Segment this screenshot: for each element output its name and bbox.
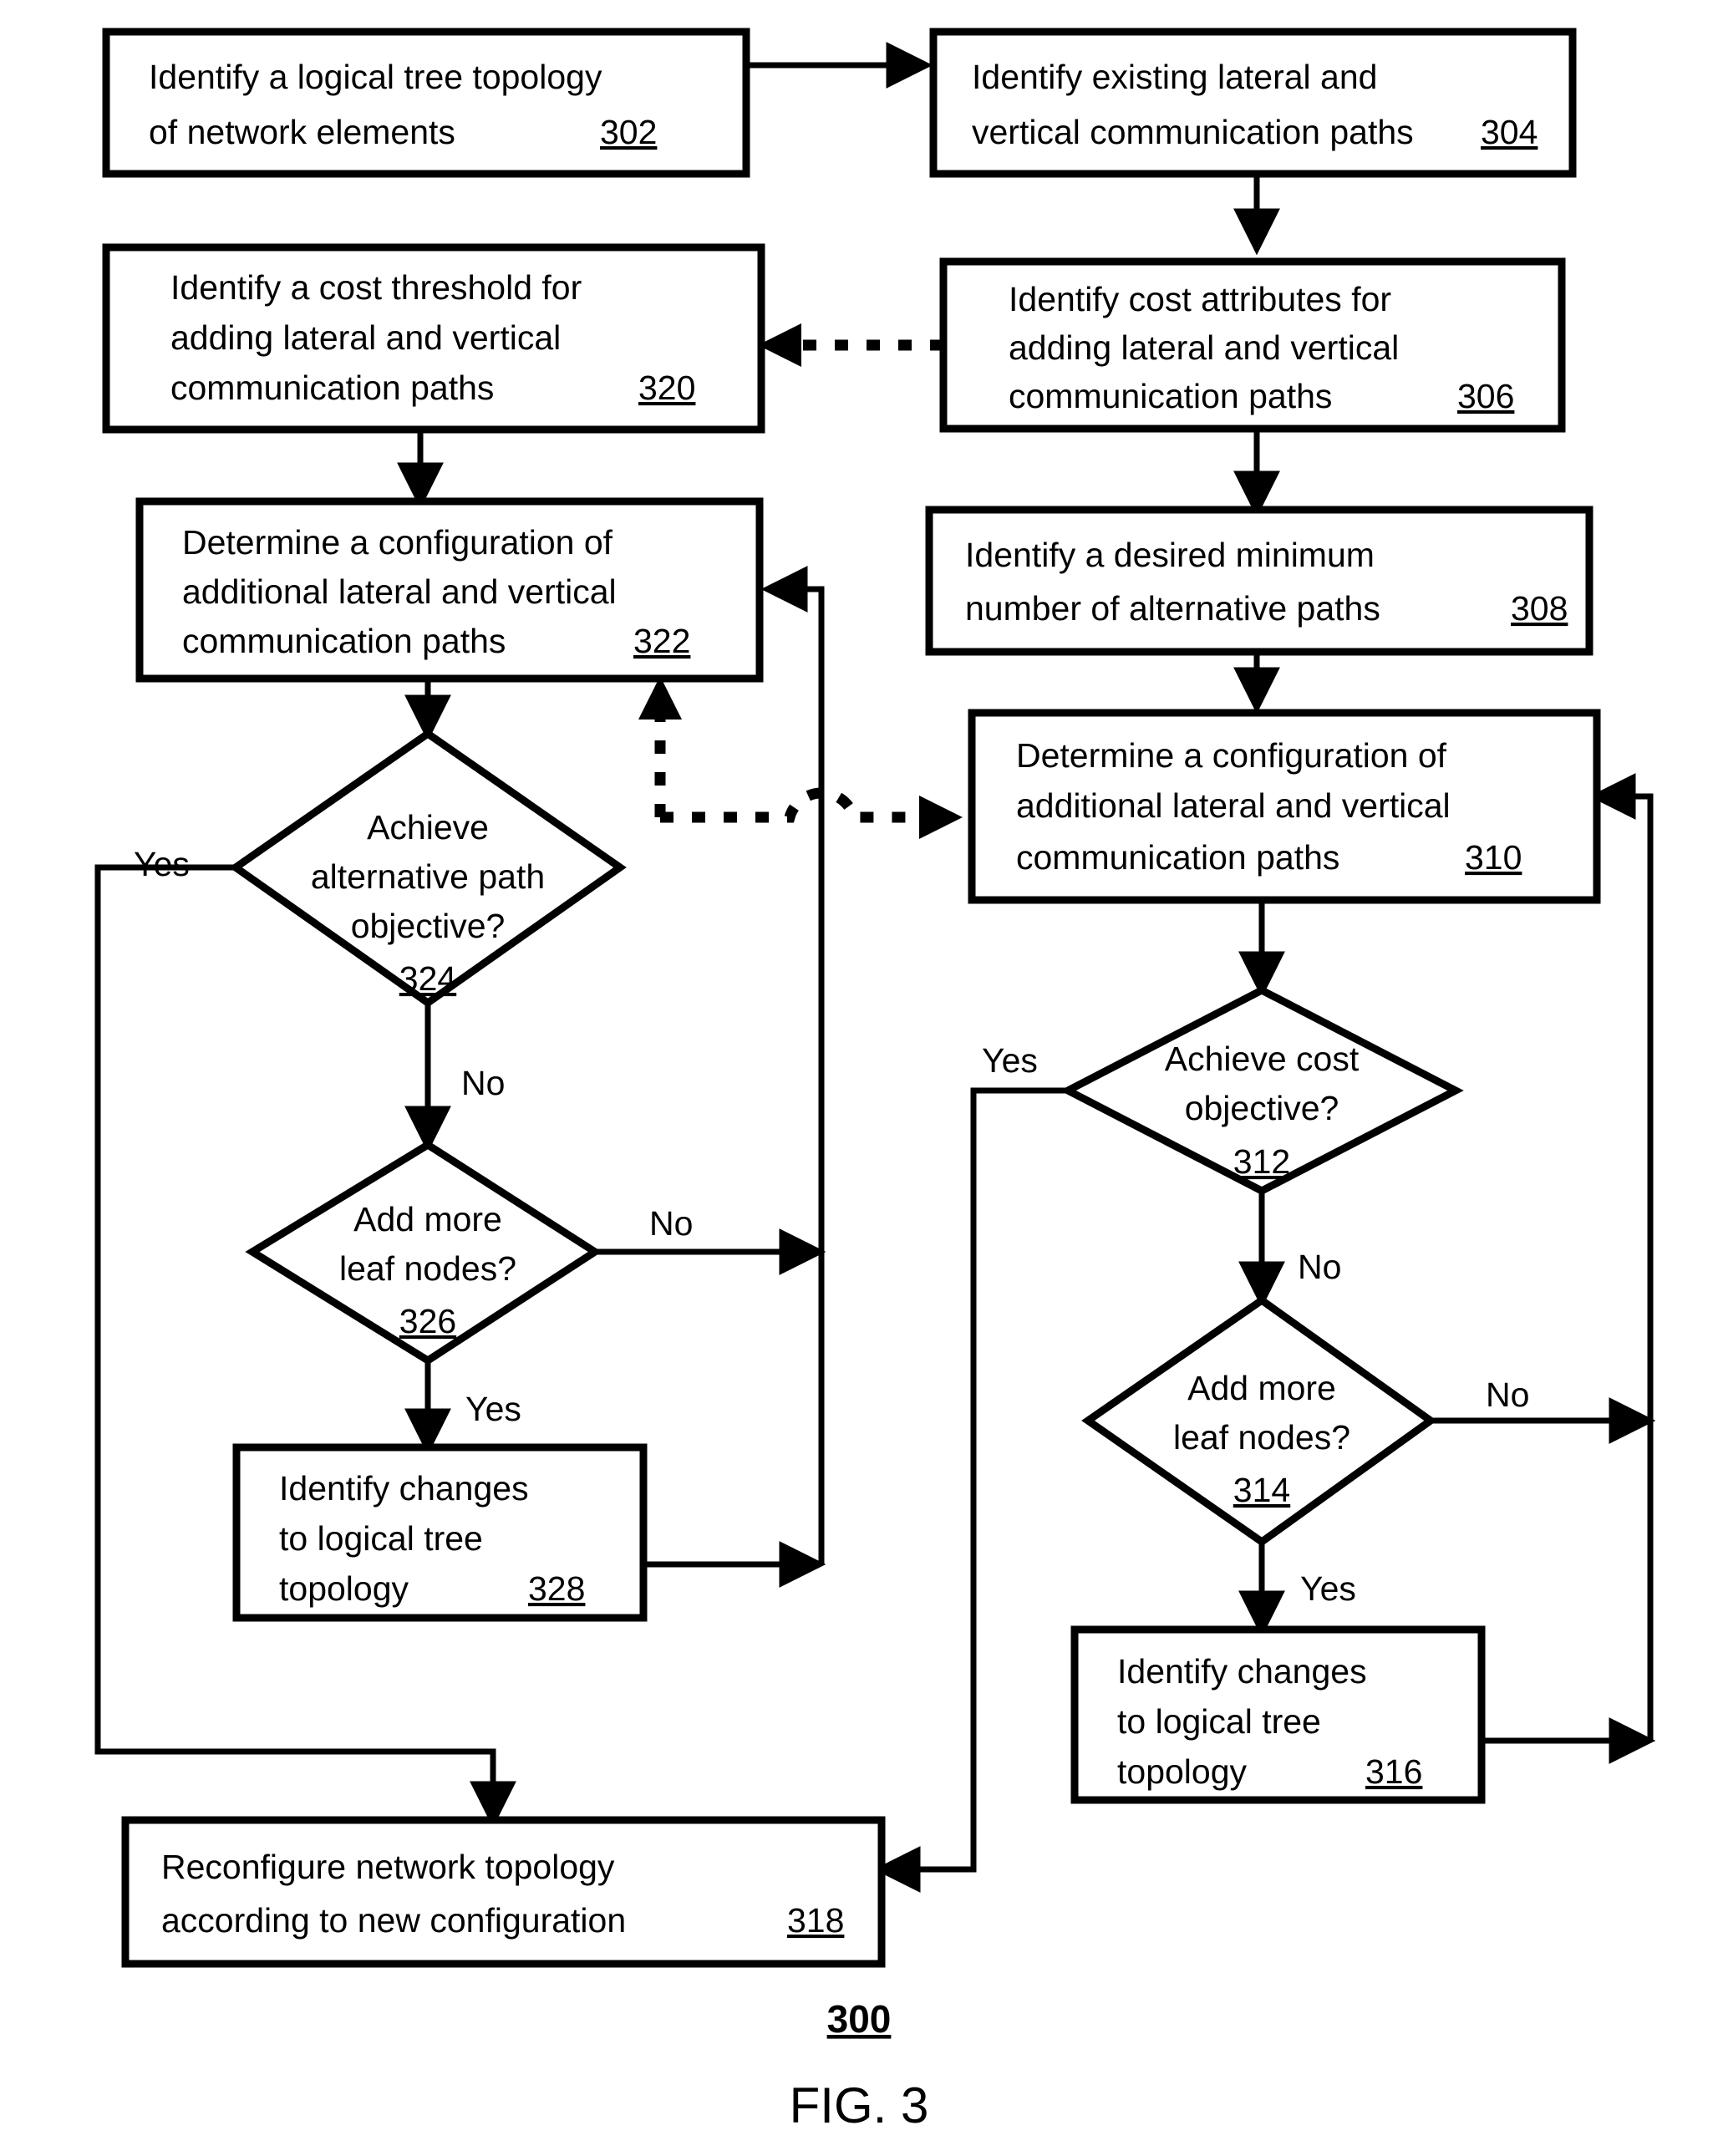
edge-label-no-314: No xyxy=(1486,1375,1529,1414)
node-316[interactable]: Identify changes to logical tree topolog… xyxy=(1070,1625,1486,1804)
node-316-line-2: topology xyxy=(1117,1752,1248,1791)
node-318-ref: 318 xyxy=(787,1901,844,1940)
node-328-line-1: to logical tree xyxy=(279,1519,483,1558)
node-326[interactable]: Add more leaf nodes? 326 xyxy=(245,1140,602,1365)
node-318[interactable]: Reconfigure network topology according t… xyxy=(121,1816,886,1968)
node-314-line-0: Add more xyxy=(1187,1369,1336,1407)
node-310-line-0: Determine a configuration of xyxy=(1016,736,1447,775)
node-328-ref: 328 xyxy=(528,1569,585,1608)
figure-number: 300 xyxy=(827,1997,892,2041)
node-328-line-2: topology xyxy=(279,1569,409,1608)
node-324-ref: 324 xyxy=(399,959,456,998)
node-312[interactable]: Achieve cost objective? 312 xyxy=(1060,985,1464,1196)
edge-label-no-324: No xyxy=(461,1064,505,1102)
node-324-line-0: Achieve xyxy=(367,808,489,847)
node-312-line-0: Achieve cost xyxy=(1165,1040,1360,1078)
node-304-ref: 304 xyxy=(1481,113,1538,151)
node-318-line-1: according to new configuration xyxy=(161,1901,626,1940)
node-306-line-0: Identify cost attributes for xyxy=(1009,280,1391,318)
node-328[interactable]: Identify changes to logical tree topolog… xyxy=(232,1443,648,1622)
node-324[interactable]: Achieve alternative path objective? 324 xyxy=(229,729,627,1008)
node-304-line-1: vertical communication paths xyxy=(972,113,1414,151)
node-302-ref: 302 xyxy=(600,113,657,151)
edge-loop-back-to-322 xyxy=(760,566,825,1564)
edge-label-yes-312: Yes xyxy=(982,1041,1038,1080)
edge-312-yes-to-318 xyxy=(873,1087,1095,1893)
node-312-ref: 312 xyxy=(1233,1142,1290,1181)
edge-label-no-326: No xyxy=(649,1204,693,1243)
edge-label-yes-326: Yes xyxy=(465,1390,521,1428)
node-308-line-0: Identify a desired minimum xyxy=(965,536,1375,574)
edge-label-no-312: No xyxy=(1298,1248,1341,1286)
node-314[interactable]: Add more leaf nodes? 314 xyxy=(1081,1295,1437,1547)
node-306-ref: 306 xyxy=(1457,377,1514,415)
node-304-line-0: Identify existing lateral and xyxy=(972,58,1377,96)
node-314-line-1: leaf nodes? xyxy=(1173,1418,1350,1457)
node-326-ref: 326 xyxy=(399,1302,456,1340)
node-306-line-1: adding lateral and vertical xyxy=(1009,328,1399,367)
flowchart-canvas: Identify a logical tree topology of netw… xyxy=(94,28,1656,2133)
node-318-line-0: Reconfigure network topology xyxy=(161,1848,615,1886)
node-302-line-0: Identify a logical tree topology xyxy=(149,58,602,96)
node-302-line-1: of network elements xyxy=(149,113,455,151)
edge-label-yes-324: Yes xyxy=(134,845,190,883)
figure-caption: FIG. 3 xyxy=(790,2077,929,2133)
node-308-line-1: number of alternative paths xyxy=(965,589,1380,628)
node-322-line-0: Determine a configuration of xyxy=(182,523,613,562)
node-310[interactable]: Determine a configuration of additional … xyxy=(968,709,1601,904)
edge-dotted-branch-to-310 xyxy=(660,787,963,839)
node-316-line-0: Identify changes xyxy=(1117,1652,1367,1691)
node-322-line-2: communication paths xyxy=(182,622,506,660)
node-322[interactable]: Determine a configuration of additional … xyxy=(135,497,764,683)
node-312-line-1: objective? xyxy=(1185,1089,1339,1127)
node-316-line-1: to logical tree xyxy=(1117,1702,1321,1741)
node-320-line-1: adding lateral and vertical xyxy=(170,318,561,357)
node-308[interactable]: Identify a desired minimum number of alt… xyxy=(925,506,1593,656)
node-320-line-0: Identify a cost threshold for xyxy=(170,268,582,307)
node-322-line-1: additional lateral and vertical xyxy=(182,572,617,611)
node-306-line-2: communication paths xyxy=(1009,377,1332,415)
node-304[interactable]: Identify existing lateral and vertical c… xyxy=(929,28,1577,178)
node-310-line-1: additional lateral and vertical xyxy=(1016,786,1451,825)
node-320-ref: 320 xyxy=(638,369,695,407)
figure-root: Identify a logical tree topology of netw… xyxy=(0,0,1718,2156)
node-316-ref: 316 xyxy=(1365,1752,1422,1791)
node-320[interactable]: Identify a cost threshold for adding lat… xyxy=(102,243,765,434)
node-302[interactable]: Identify a logical tree topology of netw… xyxy=(102,28,750,178)
edge-label-yes-314: Yes xyxy=(1300,1569,1356,1608)
node-322-ref: 322 xyxy=(633,622,690,660)
node-328-line-0: Identify changes xyxy=(279,1469,529,1508)
node-326-line-0: Add more xyxy=(353,1200,502,1238)
node-308-ref: 308 xyxy=(1511,589,1568,628)
node-310-ref: 310 xyxy=(1465,838,1522,877)
node-306[interactable]: Identify cost attributes for adding late… xyxy=(939,257,1566,433)
node-314-ref: 314 xyxy=(1233,1471,1290,1509)
node-326-line-1: leaf nodes? xyxy=(339,1249,516,1288)
edge-loop-back-to-310 xyxy=(1588,773,1654,1741)
node-320-line-2: communication paths xyxy=(170,369,494,407)
node-324-line-2: objective? xyxy=(351,907,506,945)
node-310-line-2: communication paths xyxy=(1016,838,1339,877)
node-324-line-1: alternative path xyxy=(311,857,545,896)
